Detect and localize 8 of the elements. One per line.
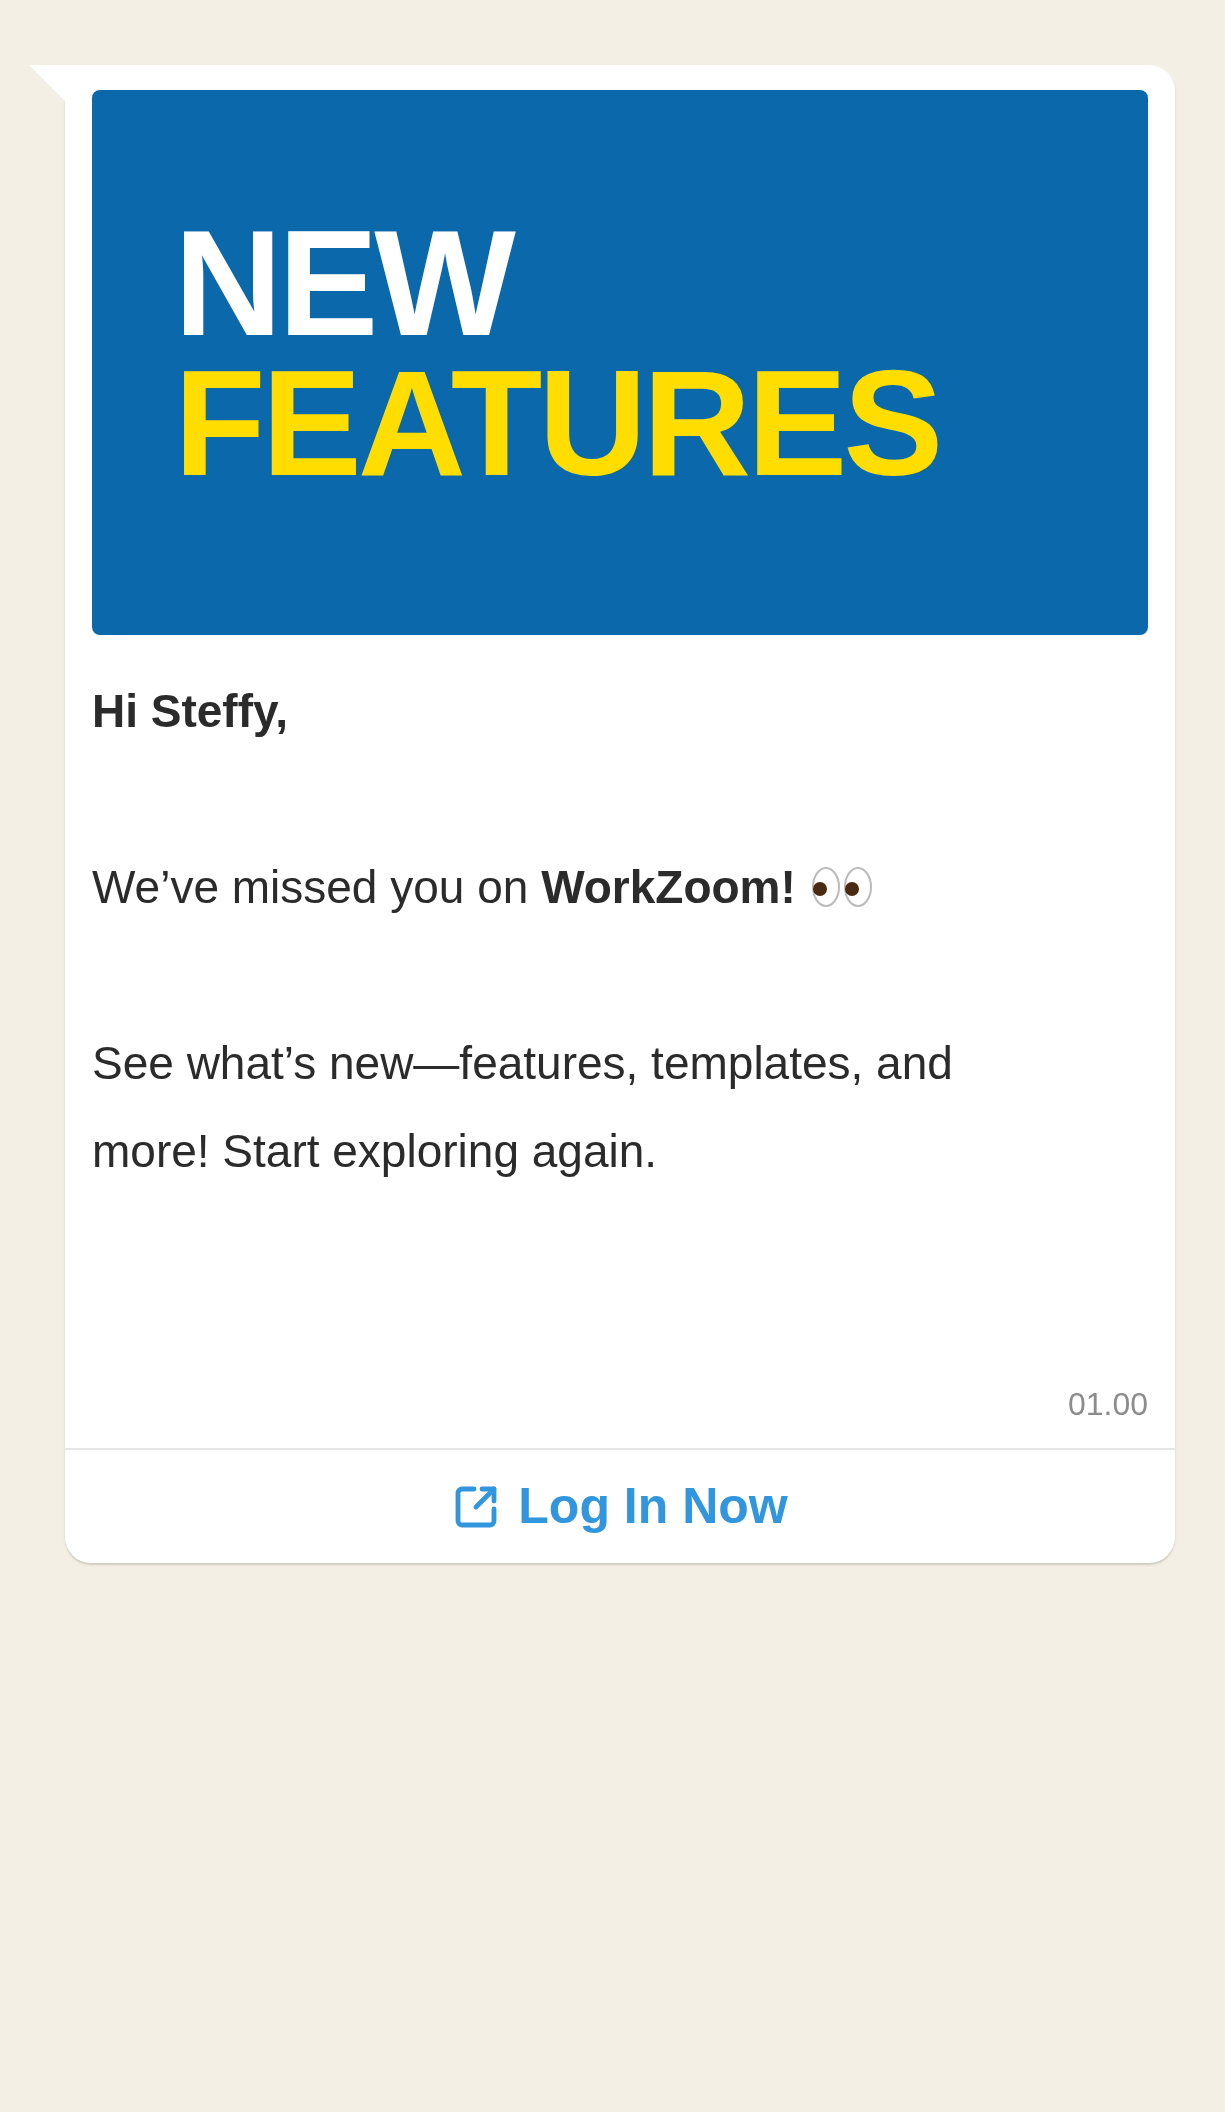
log-in-button[interactable]: Log In Now	[452, 1469, 788, 1544]
greeting: Hi Steffy,	[92, 684, 288, 739]
message-text: See what’s new—features, templates, and more! Start exploring again.	[92, 1036, 954, 1179]
banner-title: NEW	[174, 212, 512, 353]
timestamp: 01.00	[1067, 1385, 1148, 1424]
message-text: We’ve missed you on WorkZoom!	[92, 860, 796, 915]
banner-subtitle: FEATURES	[174, 352, 940, 493]
eyes-icon	[809, 865, 874, 909]
